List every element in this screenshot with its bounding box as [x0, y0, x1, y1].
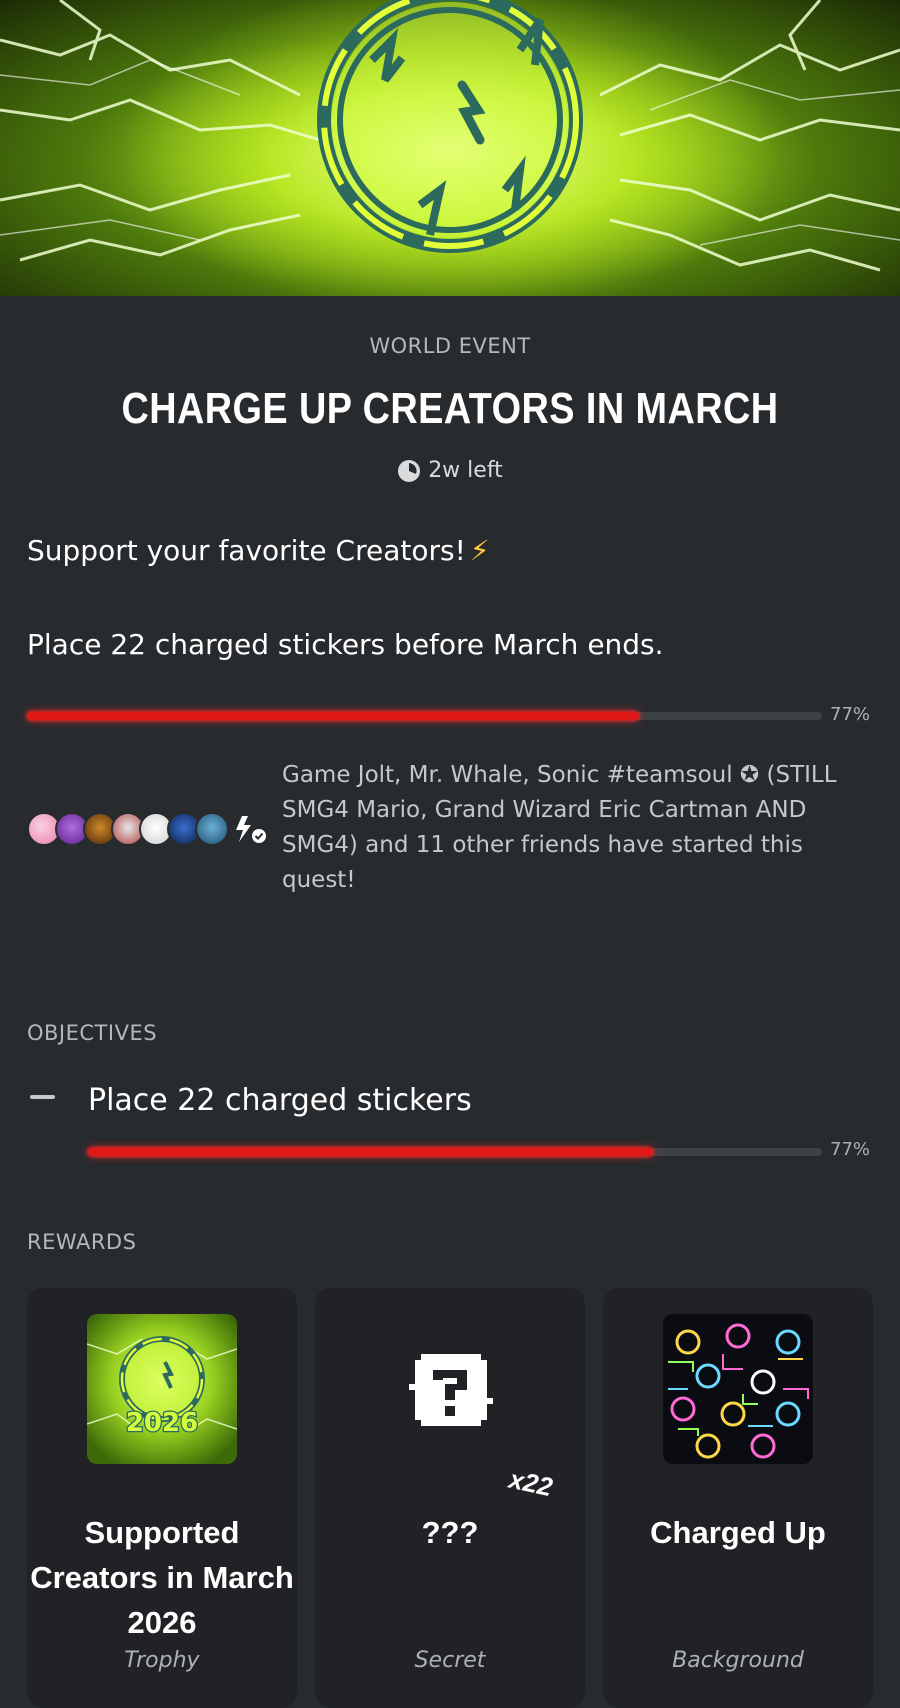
objective-progress-percent: 77%	[830, 1139, 871, 1160]
event-progress-percent: 77%	[830, 704, 871, 725]
reward-type: Trophy	[124, 1648, 200, 1673]
event-description: Place 22 charged stickers before March e…	[27, 628, 664, 661]
reward-type: Background	[672, 1648, 804, 1673]
reward-name: Supported Creators in March 2026	[30, 1515, 294, 1640]
event-banner	[0, 0, 900, 296]
tagline-text: Support your favorite Creators!	[27, 534, 466, 567]
verified-lightning-icon	[236, 816, 266, 843]
objective-progress-fill	[88, 1148, 654, 1156]
lightning-emblem-image	[0, 0, 900, 296]
time-left-text: 2w left	[428, 458, 503, 483]
reward-name: Charged Up	[650, 1515, 826, 1550]
event-tagline: Support your favorite Creators! ⚡	[27, 534, 490, 567]
event-progress-fill	[27, 712, 640, 720]
event-title: CHARGE UP CREATORS IN MARCH	[121, 384, 779, 433]
dash-icon	[30, 1095, 55, 1099]
friends-avatar-stack[interactable]	[27, 812, 267, 846]
objectives-heading: OBJECTIVES	[27, 1021, 158, 1045]
event-type-label: WORLD EVENT	[369, 334, 531, 358]
trophy-emblem-icon: 2026	[87, 1336, 237, 1439]
reward-card-secret[interactable]: x22 ??? Secret	[315, 1288, 585, 1708]
rewards-heading: REWARDS	[27, 1230, 137, 1254]
time-left: 2w left	[0, 458, 900, 483]
question-block-icon	[407, 1346, 493, 1432]
reward-name: ???	[421, 1515, 479, 1550]
reward-multiplier: x22	[506, 1463, 556, 1503]
background-preview-image	[663, 1314, 813, 1464]
secret-sticker-image	[375, 1314, 525, 1464]
reward-card-background[interactable]: Charged Up Background	[603, 1288, 873, 1708]
reward-card-trophy[interactable]: 2026 Supported Creators in March 2026 Tr…	[27, 1288, 297, 1708]
reward-type: Secret	[414, 1648, 486, 1673]
avatar	[195, 812, 229, 846]
objective-progress-bar	[88, 1148, 822, 1156]
lightning-icon: ⚡	[469, 534, 490, 567]
clock-icon	[398, 459, 421, 482]
trophy-badge-year: 2026	[126, 1408, 198, 1438]
neon-rings-pattern-icon	[668, 1323, 809, 1459]
friends-started-text: Game Jolt, Mr. Whale, Sonic #teamsoul ✪ …	[282, 762, 837, 893]
objective-label: Place 22 charged stickers	[88, 1083, 472, 1118]
event-progress-bar	[27, 712, 822, 720]
trophy-image: 2026	[87, 1314, 237, 1464]
